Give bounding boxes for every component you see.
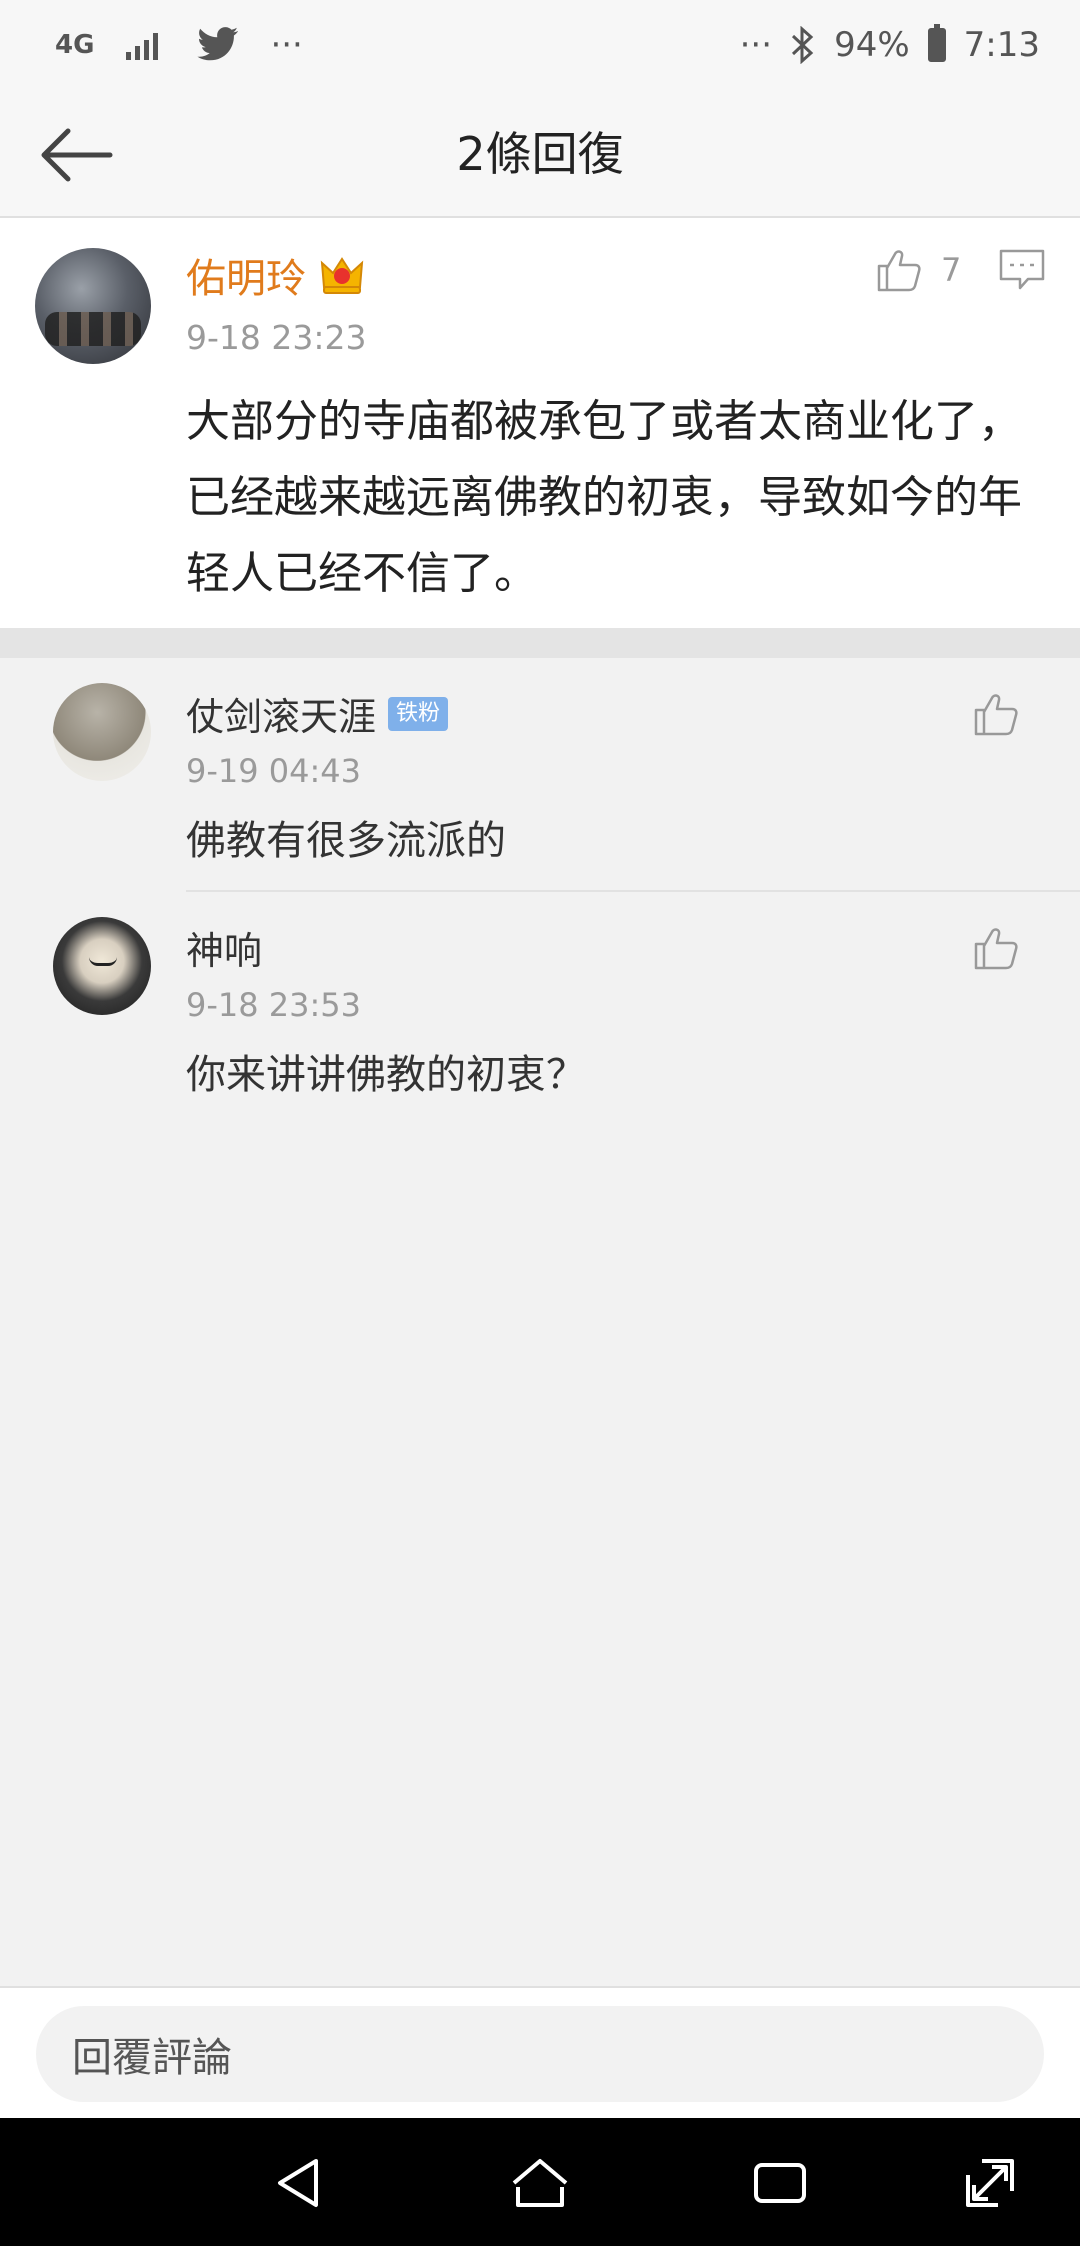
- nav-home-button[interactable]: [505, 2148, 575, 2218]
- network-type-label: 4G: [55, 30, 95, 60]
- battery-percent: 94%: [834, 25, 910, 65]
- reply-timestamp: 9-19 04:43: [186, 752, 362, 790]
- list-item: 仗剑滚天涯 铁粉 9-19 04:43 佛教有很多流派的: [0, 658, 1080, 892]
- avatar[interactable]: [53, 683, 151, 781]
- home-icon: [512, 2159, 568, 2207]
- bluetooth-icon: [790, 26, 816, 64]
- system-nav-bar: [0, 2118, 1080, 2246]
- reply-author[interactable]: 神响: [186, 920, 262, 975]
- comment-text: 大部分的寺庙都被承包了或者太商业化了，已经越来越远离佛教的初衷，导致如今的年轻人…: [186, 396, 1022, 599]
- triangle-back-icon: [278, 2159, 318, 2207]
- username[interactable]: 仗剑滚天涯: [186, 686, 376, 741]
- more-status-icon: ···: [739, 25, 773, 65]
- reply-button[interactable]: [998, 248, 1046, 296]
- thumbs-up-icon: [877, 250, 921, 292]
- replies-list: 仗剑滚天涯 铁粉 9-19 04:43 佛教有很多流派的 神响 9-18 23:…: [0, 658, 1080, 1986]
- signal-bars-icon: [124, 28, 166, 62]
- header: 2條回復: [0, 90, 1080, 218]
- more-notifications-icon: ···: [270, 25, 303, 65]
- like-count: 7: [941, 251, 962, 289]
- thumbs-up-icon: [974, 928, 1018, 970]
- main-comment-author[interactable]: 佑明玲: [186, 246, 364, 304]
- reply-text: 你来讲讲佛教的初衷？: [186, 1052, 586, 1098]
- section-divider: [0, 628, 1080, 658]
- twitter-bird-icon: [196, 26, 240, 64]
- status-left: 4G ···: [55, 25, 303, 65]
- status-right: ··· 94% 7:13: [739, 24, 1040, 65]
- like-button[interactable]: [972, 690, 1020, 742]
- nav-back-button[interactable]: [265, 2148, 335, 2218]
- avatar[interactable]: [53, 917, 151, 1015]
- reply-author[interactable]: 仗剑滚天涯 铁粉: [186, 686, 449, 741]
- thumbs-up-icon: [974, 694, 1018, 736]
- username[interactable]: 佑明玲: [186, 246, 306, 304]
- status-bar: 4G ··· ··· 94% 7:13: [0, 0, 1080, 90]
- like-button[interactable]: 7: [875, 246, 961, 294]
- expand-icon: [966, 2159, 1014, 2207]
- reply-timestamp: 9-18 23:53: [186, 986, 362, 1024]
- crown-icon: [320, 255, 364, 295]
- battery-icon: [927, 24, 946, 62]
- reply-text: 佛教有很多流派的: [186, 818, 506, 864]
- page-title: 2條回復: [456, 127, 624, 181]
- comment-timestamp: 9-18 23:23: [186, 318, 367, 357]
- reply-bar: 回覆評論: [0, 1986, 1080, 2118]
- nav-expand-button[interactable]: [955, 2148, 1025, 2218]
- comment-bubble-icon: [999, 249, 1045, 290]
- reply-input[interactable]: 回覆評論: [36, 2006, 1044, 2102]
- username[interactable]: 神响: [186, 920, 262, 975]
- clock-time: 7:13: [963, 25, 1040, 65]
- nav-recent-button[interactable]: [745, 2148, 815, 2218]
- avatar[interactable]: [35, 248, 151, 364]
- list-item: 神响 9-18 23:53 你来讲讲佛教的初衷？: [0, 892, 1080, 1124]
- like-button[interactable]: [972, 924, 1020, 976]
- main-comment: 佑明玲 9-18 23:23 大部分的寺庙都被承包了或者太商业化了，已经越来越远…: [0, 218, 1080, 628]
- fan-badge: 铁粉: [388, 696, 449, 731]
- recent-apps-icon: [754, 2163, 806, 2203]
